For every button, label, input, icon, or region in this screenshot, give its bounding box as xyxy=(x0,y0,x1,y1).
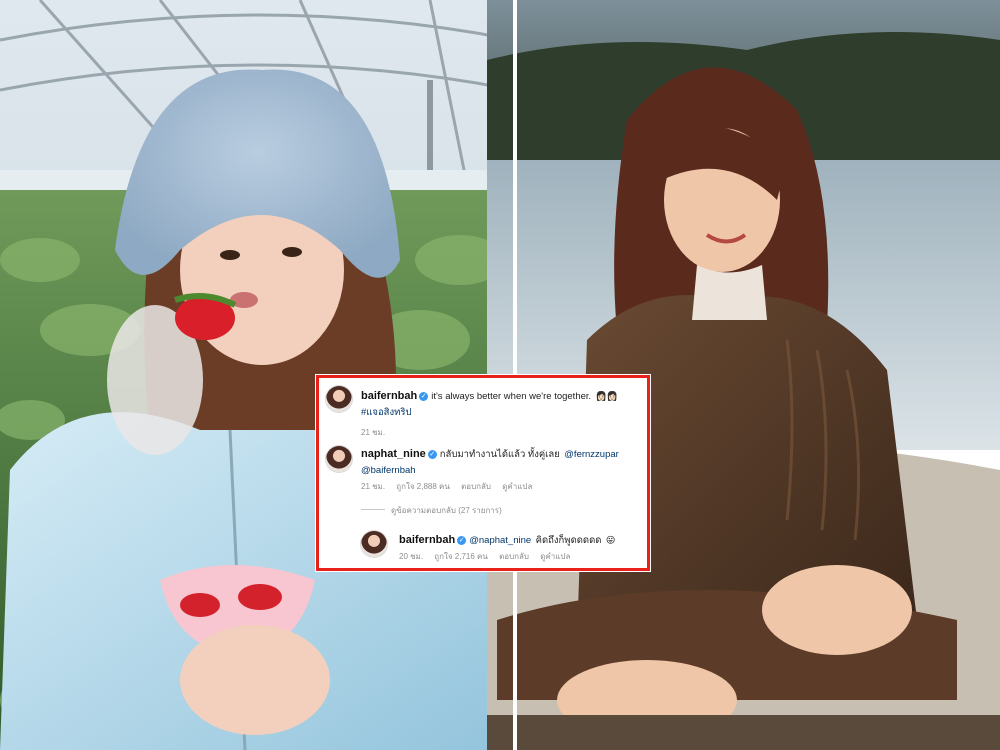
verified-badge-icon: ✓ xyxy=(427,450,437,459)
reply-emoji: 😛 xyxy=(605,535,616,545)
comment-meta: 21 ชม. ถูกใจ 2,888 คน ตอบกลับ ดูคำแปล xyxy=(361,480,541,493)
reply-reply-button[interactable]: ตอบกลับ xyxy=(499,552,529,561)
caption-emoji: 👩🏻👩🏻 xyxy=(595,391,619,401)
reply-meta: 20 ชม. ถูกใจ 2,716 คน ตอบกลับ ดูคำแปล xyxy=(399,550,579,563)
post-time: 21 ชม. xyxy=(361,428,386,437)
comment-mention-1[interactable]: @fernzzupar xyxy=(564,449,619,460)
comment-time: 21 ชม. xyxy=(361,482,386,491)
reply-time: 20 ชม. xyxy=(399,552,424,561)
reply-translate-button[interactable]: ดูคำแปล xyxy=(540,552,570,561)
post-caption-text: it's always better when we're together. xyxy=(431,391,592,402)
comment-username[interactable]: naphat_nine xyxy=(361,448,426,460)
reply-likes[interactable]: ถูกใจ 2,716 คน xyxy=(434,552,488,561)
avatar[interactable] xyxy=(326,386,352,412)
instagram-comment-card: baifernbah ✓ it's always better when we're… xyxy=(316,375,650,571)
comment-translate-button[interactable]: ดูคำแปล xyxy=(502,482,532,491)
comment-mention-2[interactable]: @baifernbah xyxy=(361,465,416,476)
reply-mention[interactable]: @naphat_nine xyxy=(469,535,531,546)
reply-username[interactable]: baifernbah xyxy=(399,534,455,546)
view-replies-toggle[interactable]: ดูข้อความตอบกลับ (27 รายการ) xyxy=(361,504,647,517)
verified-badge-icon: ✓ xyxy=(457,536,467,545)
comment-reply-button[interactable]: ตอบกลับ xyxy=(461,482,491,491)
avatar[interactable] xyxy=(326,446,352,472)
view-replies-line xyxy=(361,509,385,510)
comment-likes[interactable]: ถูกใจ 2,888 คน xyxy=(396,482,450,491)
reply-text: คิดถึงก็พูดดดดด xyxy=(535,535,602,546)
post-username[interactable]: baifernbah xyxy=(361,390,417,402)
comment-text: กลับมาทำงานได้แล้ว ทั้งคู่เลย xyxy=(439,449,560,460)
avatar[interactable] xyxy=(361,531,387,557)
post-hashtag[interactable]: #แจอสิงทริป xyxy=(361,407,412,418)
view-replies-label: ดูข้อความตอบกลับ (27 รายการ) xyxy=(391,506,502,515)
verified-badge-icon: ✓ xyxy=(419,392,429,401)
